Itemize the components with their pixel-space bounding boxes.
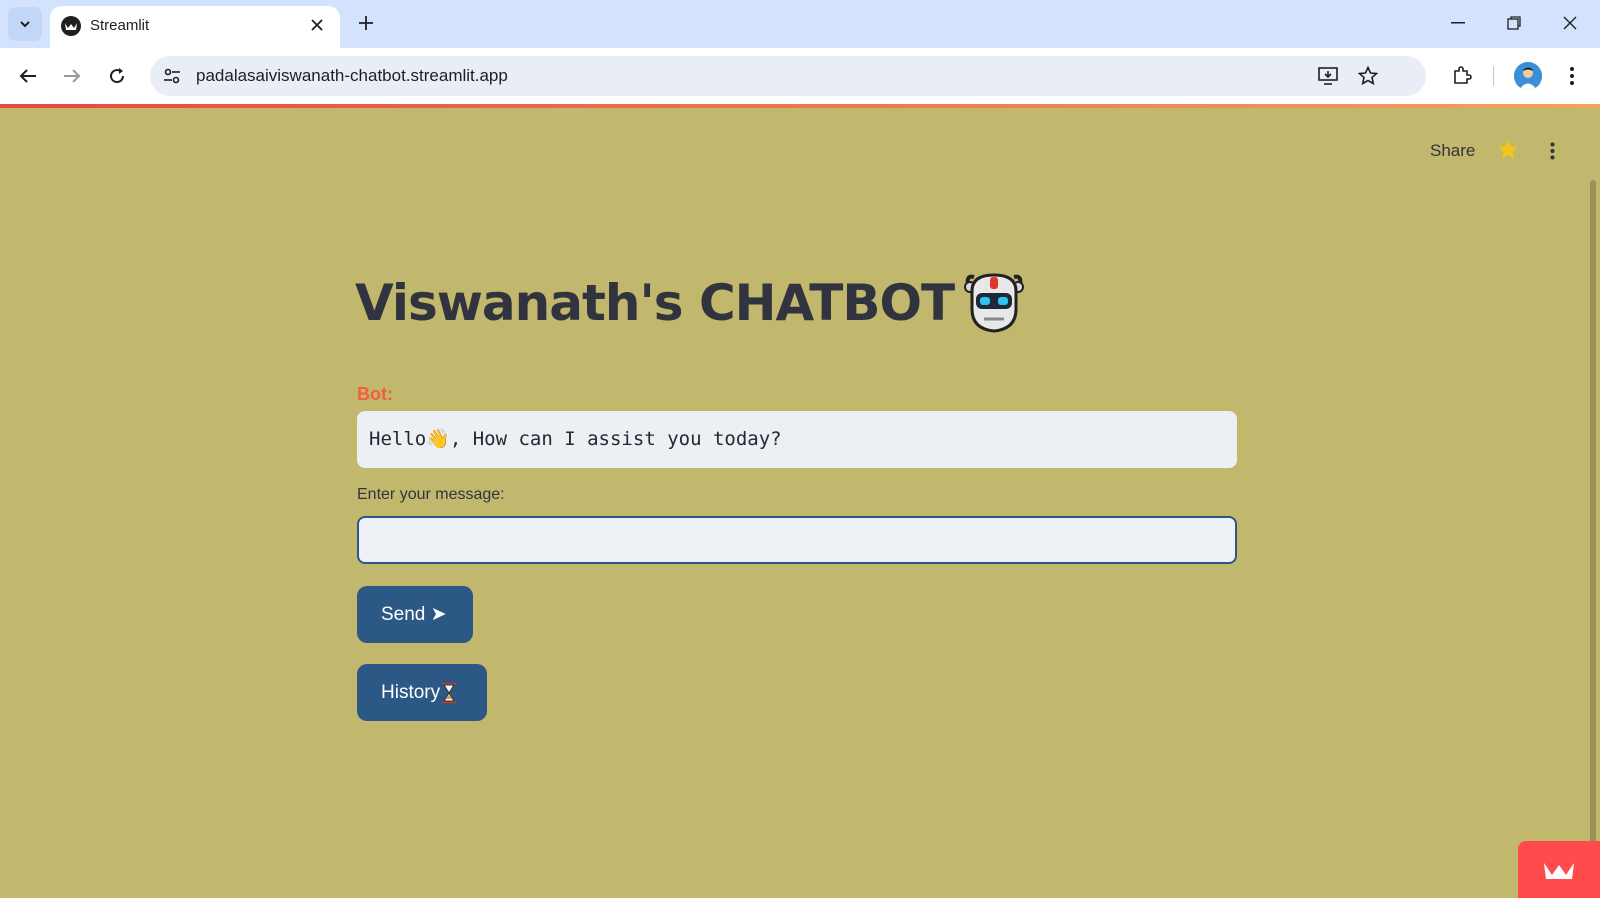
streamlit-app: Share Viswanath's CHATBOT Bot: Hello👋, H…: [0, 108, 1600, 898]
restore-icon[interactable]: [1492, 6, 1536, 40]
star-icon[interactable]: [1496, 138, 1520, 162]
kebab-menu-icon[interactable]: [1540, 138, 1564, 164]
back-icon[interactable]: [12, 60, 44, 92]
send-button-label: Send ➤: [381, 604, 447, 625]
address-bar[interactable]: padalasaiviswanath-chatbot.streamlit.app: [150, 56, 1426, 96]
browser-tab[interactable]: Streamlit: [50, 6, 340, 48]
reload-icon[interactable]: [101, 60, 133, 92]
close-icon[interactable]: [306, 14, 328, 36]
forward-icon[interactable]: [56, 60, 88, 92]
install-app-icon[interactable]: [1314, 62, 1342, 90]
profile-avatar[interactable]: [1514, 62, 1542, 90]
send-button[interactable]: Send ➤: [357, 586, 473, 643]
close-window-icon[interactable]: [1548, 6, 1592, 40]
toolbar-separator: [1493, 66, 1494, 86]
minimize-icon[interactable]: [1436, 6, 1480, 40]
message-input[interactable]: [357, 516, 1237, 564]
streamlit-badge[interactable]: [1518, 841, 1600, 898]
browser-toolbar: padalasaiviswanath-chatbot.streamlit.app: [0, 48, 1600, 104]
hourglass-icon: [442, 682, 457, 703]
robot-icon: [964, 273, 1025, 333]
browser-menu-icon[interactable]: [1556, 60, 1588, 92]
message-input-label: Enter your message:: [357, 486, 505, 503]
url-text[interactable]: padalasaiviswanath-chatbot.streamlit.app: [196, 66, 508, 86]
streamlit-favicon-icon: [61, 16, 81, 36]
scrollbar[interactable]: [1590, 180, 1596, 880]
plus-icon[interactable]: [352, 9, 380, 37]
bot-label: Bot:: [357, 384, 393, 404]
tab-list-button[interactable]: [8, 7, 42, 41]
browser-tab-bar: Streamlit: [0, 0, 1600, 48]
chevron-down-icon: [20, 21, 30, 28]
bot-message-box: Hello👋, How can I assist you today?: [357, 411, 1237, 468]
site-info-icon[interactable]: [158, 62, 186, 90]
history-button[interactable]: History: [357, 664, 487, 721]
bot-message-text: Hello👋, How can I assist you today?: [369, 428, 782, 450]
share-button[interactable]: Share: [1430, 141, 1475, 161]
streamlit-crown-icon: [1544, 862, 1574, 879]
history-button-label: History: [381, 681, 441, 703]
page-title-row: Viswanath's CHATBOT: [355, 268, 1026, 338]
page-title: Viswanath's CHATBOT: [355, 274, 955, 332]
tab-title: Streamlit: [90, 17, 150, 34]
extensions-icon[interactable]: [1446, 60, 1478, 92]
bookmark-star-icon[interactable]: [1354, 62, 1382, 90]
